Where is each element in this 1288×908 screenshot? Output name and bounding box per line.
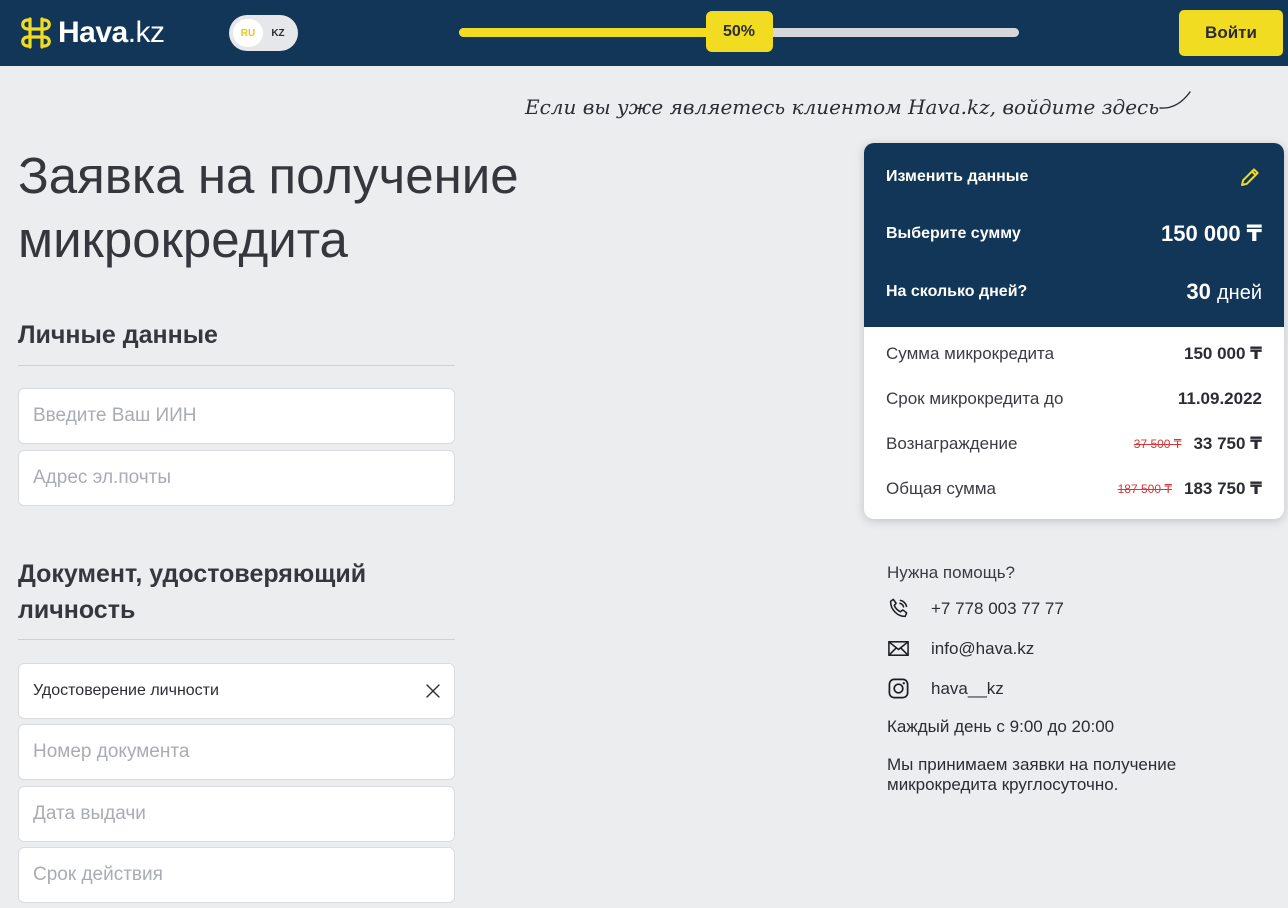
instagram-icon [888, 678, 909, 699]
logo-mark-icon [21, 17, 51, 49]
email-address[interactable]: info@hava.kz [931, 639, 1034, 659]
loan-parameters: Изменить данные Выберите сумму 150 000 ₸… [864, 143, 1284, 327]
top-bar: Hava.kz RU KZ 50% Войти [0, 0, 1288, 66]
help-note: Мы принимаем заявки на получение микрокр… [887, 755, 1177, 794]
mail-icon [888, 641, 909, 656]
progress-fill [459, 28, 739, 37]
help-title: Нужна помощь? [887, 563, 1016, 582]
days-row[interactable]: На сколько дней? 30 дней [886, 279, 1262, 305]
document-type-value: Удостоверение личности [33, 682, 219, 699]
issue-date-input[interactable] [33, 803, 440, 825]
iin-field[interactable] [18, 388, 455, 444]
client-login-hint-link[interactable]: Если вы уже являетесь клиентом Hava.kz, … [525, 95, 1159, 119]
login-button[interactable]: Войти [1179, 10, 1283, 56]
lang-option-ru[interactable]: RU [233, 19, 263, 47]
iin-input[interactable] [33, 405, 440, 427]
instagram-link[interactable]: hava__kz [887, 677, 1004, 700]
days-label: На сколько дней? [886, 283, 1028, 300]
edit-data-row[interactable]: Изменить данные [886, 165, 1262, 189]
page-title: Заявка на получение микрокредита [18, 147, 519, 268]
email-field[interactable] [18, 450, 455, 506]
document-number-input[interactable] [33, 741, 440, 763]
summary-row: Сумма микрокредита 150 000 ₸ [886, 344, 1262, 363]
divider [18, 365, 455, 366]
document-type-select[interactable]: Удостоверение личности [18, 663, 455, 719]
amount-value: 150 000 ₸ [1161, 221, 1262, 246]
personal-data-heading: Личные данные [18, 321, 218, 349]
summary-row: Срок микрокредита до 11.09.2022 [886, 389, 1262, 408]
working-hours: Каждый день с 9:00 до 20:00 [887, 717, 1115, 736]
divider [18, 639, 455, 640]
instagram-handle[interactable]: hava__kz [931, 679, 1004, 699]
old-price: 187 500 ₸ [1117, 482, 1172, 496]
close-icon[interactable] [426, 684, 440, 698]
logo-text: Hava.kz [58, 16, 165, 49]
phone-icon [889, 598, 908, 618]
phone-link[interactable]: +7 778 003 77 77 [887, 597, 1064, 620]
amount-row[interactable]: Выберите сумму 150 000 ₸ [886, 221, 1262, 247]
days-value: 30 дней [1186, 279, 1262, 304]
email-link[interactable]: info@hava.kz [887, 637, 1034, 660]
pencil-icon[interactable] [1238, 165, 1262, 189]
language-switch[interactable]: RU KZ [229, 15, 298, 51]
edit-data-label[interactable]: Изменить данные [886, 168, 1028, 186]
loan-summary-card: Изменить данные Выберите сумму 150 000 ₸… [864, 143, 1284, 519]
arrow-icon [1159, 91, 1191, 109]
lang-option-kz[interactable]: KZ [263, 19, 293, 47]
document-number-field[interactable] [18, 724, 455, 780]
progress-badge: 50% [705, 11, 773, 52]
email-input[interactable] [33, 467, 440, 489]
summary-row: Общая сумма 187 500 ₸ 183 750 ₸ [886, 479, 1262, 498]
old-price: 37 500 ₸ [1133, 437, 1182, 451]
phone-number[interactable]: +7 778 003 77 77 [931, 599, 1064, 619]
expiry-date-input[interactable] [33, 864, 440, 886]
issue-date-field[interactable] [18, 786, 455, 842]
amount-label: Выберите сумму [886, 225, 1021, 242]
logo[interactable]: Hava.kz [18, 16, 165, 50]
summary-row: Вознаграждение 37 500 ₸ 33 750 ₸ [886, 434, 1262, 453]
expiry-date-field[interactable] [18, 847, 455, 903]
identity-document-heading: Документ, удостоверяющий личность [18, 560, 367, 624]
